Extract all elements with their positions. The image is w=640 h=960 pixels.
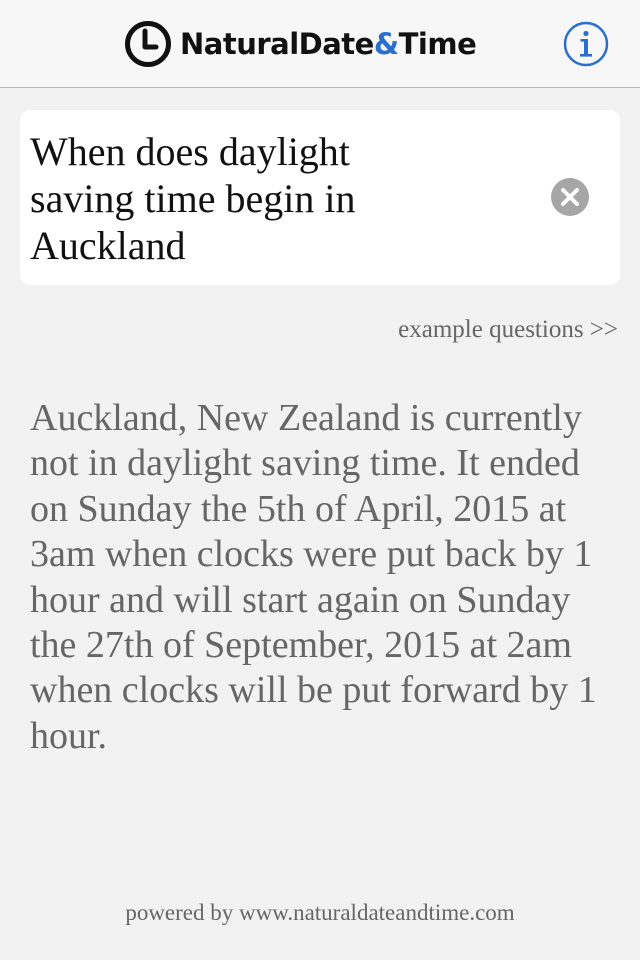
app-title-part2: Time bbox=[398, 27, 477, 61]
answer-text: Auckland, New Zealand is currently not i… bbox=[30, 397, 597, 757]
query-text[interactable]: When does daylight saving time begin in … bbox=[30, 128, 530, 269]
header-bar: NaturalDate&Time bbox=[0, 0, 640, 88]
app-logo: NaturalDate&Time bbox=[124, 20, 477, 68]
app-title-ampersand: & bbox=[373, 27, 399, 61]
info-icon[interactable] bbox=[563, 21, 609, 67]
app-title-part1: NaturalDate bbox=[180, 27, 374, 61]
query-input[interactable]: When does daylight saving time begin in … bbox=[20, 110, 620, 285]
clear-icon[interactable] bbox=[550, 177, 590, 217]
app-title: NaturalDate&Time bbox=[180, 27, 477, 61]
clock-icon bbox=[125, 21, 171, 67]
example-questions-link[interactable]: example questions >> bbox=[398, 316, 618, 344]
powered-by-footer: powered by www.naturaldateandtime.com bbox=[125, 900, 515, 925]
